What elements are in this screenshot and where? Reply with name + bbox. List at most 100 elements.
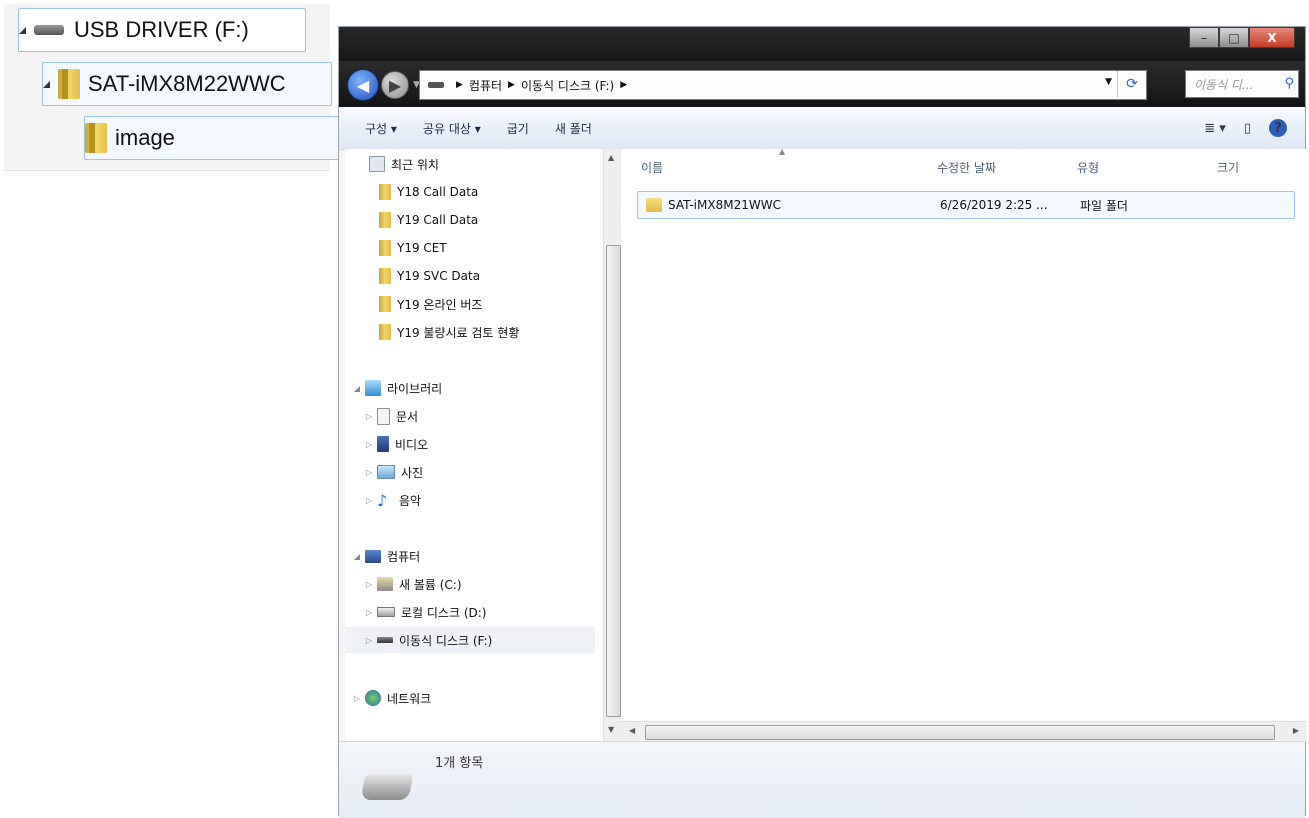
share-with-button[interactable]: 공유 대상 ▾ [421,116,483,141]
nav-item-label: Y19 Call Data [397,213,479,227]
drive-icon [428,82,444,88]
nav-item-label: Y19 CET [397,241,447,255]
breadcrumb-separator-icon[interactable]: ▶ [456,80,463,90]
maximize-button[interactable]: □ [1219,27,1249,48]
system-drive-icon [377,577,393,591]
nav-item-computer[interactable]: ◢ 컴퓨터 [351,543,420,569]
details-pane: 1개 항목 [339,741,1305,818]
back-arrow-icon: ◀ [356,75,370,95]
nav-item-documents[interactable]: ▷ 문서 [363,403,418,429]
command-toolbar: 구성 ▾ 공유 대상 ▾ 굽기 새 폴더 ≣ ▾ ▯ ? [339,107,1305,150]
nav-item-drive-d[interactable]: ▷ 로컬 디스크 (D:) [363,599,487,625]
nav-item-videos[interactable]: ▷ 비디오 [363,431,428,457]
change-view-icon[interactable]: ≣ ▾ [1204,121,1226,136]
scroll-up-arrow-icon[interactable]: ▲ [608,153,614,162]
nav-item-label: 로컬 디스크 (D:) [401,605,487,620]
nav-item-label: 이동식 디스크 (F:) [399,633,493,648]
breadcrumb-removable-disk[interactable]: 이동식 디스크 (F:) [521,77,614,94]
scroll-right-arrow-icon[interactable]: ▶ [1293,726,1299,735]
collapsed-triangle-icon[interactable]: ▷ [363,608,375,617]
collapsed-triangle-icon[interactable]: ▷ [363,496,375,505]
scrollbar-thumb[interactable] [645,725,1275,740]
burn-button[interactable]: 굽기 [505,116,531,141]
network-icon [365,690,381,706]
nav-vertical-scrollbar[interactable]: ▲ ▼ [603,149,622,741]
column-header-modified[interactable]: 수정한 날짜 [937,149,996,185]
nav-item-label: 최근 위치 [391,157,439,172]
scroll-down-arrow-icon[interactable]: ▼ [608,725,614,734]
column-header-name[interactable]: 이름 [641,149,663,185]
tree-item-sat-folder[interactable]: SAT-iMX8M22WWC [42,62,332,106]
folder-icon [58,69,80,99]
usb-drive-icon [377,637,393,643]
address-bar-area: ◀ ▶ ▼ ▶ 컴퓨터 ▶ 이동식 디스크 (F:) ▶ ▼ ⟳ 이동식 디..… [339,61,1305,107]
address-input[interactable]: ▶ 컴퓨터 ▶ 이동식 디스크 (F:) ▶ ▼ ⟳ [419,70,1147,100]
collapsed-triangle-icon[interactable]: ▷ [363,468,375,477]
help-icon[interactable]: ? [1269,119,1287,137]
tree-item-usb-drive[interactable]: USB DRIVER (F:) [18,8,306,52]
nav-item-libraries[interactable]: ◢ 라이브러리 [351,375,442,401]
scroll-left-arrow-icon[interactable]: ◀ [629,726,635,735]
nav-item-label: 음악 [399,493,422,508]
music-note-icon: ♪ [377,491,388,510]
tree-item-label: SAT-iMX8M22WWC [88,71,286,96]
preview-pane-icon[interactable]: ▯ [1244,121,1251,136]
nav-item-music[interactable]: ▷ ♪ 음악 [363,487,421,513]
expanded-triangle-icon[interactable] [43,80,50,88]
breadcrumb-separator-icon[interactable]: ▶ [508,80,515,90]
nav-item-network[interactable]: ▷ 네트워크 [351,685,431,711]
nav-item-folder[interactable]: Y19 불량시료 검토 현황 [375,319,519,345]
nav-item-pictures[interactable]: ▷ 사진 [363,459,423,485]
new-folder-button[interactable]: 새 폴더 [553,116,594,141]
collapsed-triangle-icon[interactable]: ▷ [363,636,375,645]
toolbar-right: ≣ ▾ ▯ ? [1204,107,1305,149]
nav-item-folder[interactable]: Y18 Call Data [375,179,478,205]
local-drive-icon [377,607,395,617]
content-horizontal-scrollbar[interactable]: ◀ ▶ [621,721,1307,742]
back-button[interactable]: ◀ [347,69,379,101]
organize-button[interactable]: 구성 ▾ [363,116,399,141]
nav-item-folder[interactable]: Y19 Call Data [375,207,478,233]
scrollbar-thumb[interactable] [606,245,621,717]
search-input[interactable]: 이동식 디... ⚲ [1185,70,1299,98]
nav-item-folder[interactable]: Y19 CET [375,235,447,261]
breadcrumb-computer[interactable]: 컴퓨터 [469,77,502,94]
document-icon [377,407,390,425]
nav-item-drive-f[interactable]: ▷ 이동식 디스크 (F:) [345,627,595,653]
folder-icon [646,198,662,212]
forward-button[interactable]: ▶ [381,71,409,99]
nav-item-label: 라이브러리 [387,381,443,396]
column-header-type[interactable]: 유형 [1077,149,1099,185]
computer-icon [365,549,381,563]
inset-tree-panel: USB DRIVER (F:) SAT-iMX8M22WWC image [4,4,742,171]
nav-item-label: Y19 온라인 버즈 [397,297,483,312]
caption-buttons: – □ X [1189,27,1295,48]
close-button[interactable]: X [1249,27,1295,48]
folder-icon [379,240,391,256]
column-header-size[interactable]: 크기 [1217,149,1239,185]
refresh-icon[interactable]: ⟳ [1117,71,1146,97]
collapsed-triangle-icon[interactable]: ▷ [351,694,363,703]
expanded-triangle-icon[interactable] [19,26,26,34]
search-icon[interactable]: ⚲ [1284,76,1294,91]
collapsed-triangle-icon[interactable]: ▷ [363,412,375,421]
folder-icon [85,123,107,153]
tree-item-label: USB DRIVER (F:) [74,17,249,42]
nav-item-folder[interactable]: Y19 SVC Data [375,263,480,289]
address-dropdown-icon[interactable]: ▼ [1105,77,1112,87]
nav-item-label: Y19 SVC Data [397,269,481,283]
title-bar: – □ X [339,27,1305,61]
file-row[interactable]: SAT-iMX8M21WWC 6/26/2019 2:25 ... 파일 폴더 [637,191,1295,219]
collapsed-triangle-icon[interactable]: ▷ [363,440,375,449]
nav-item-recent[interactable]: 최근 위치 [369,151,439,177]
file-name: SAT-iMX8M21WWC [668,198,781,212]
nav-item-folder[interactable]: Y19 온라인 버즈 [375,291,482,317]
expanded-triangle-icon[interactable]: ◢ [351,552,363,561]
expanded-triangle-icon[interactable]: ◢ [351,384,363,393]
recent-places-icon [369,156,385,172]
nav-item-label: 비디오 [395,437,429,452]
minimize-button[interactable]: – [1189,27,1219,48]
collapsed-triangle-icon[interactable]: ▷ [363,580,375,589]
breadcrumb-separator-icon[interactable]: ▶ [620,80,627,90]
nav-item-drive-c[interactable]: ▷ 새 볼륨 (C:) [363,571,462,597]
